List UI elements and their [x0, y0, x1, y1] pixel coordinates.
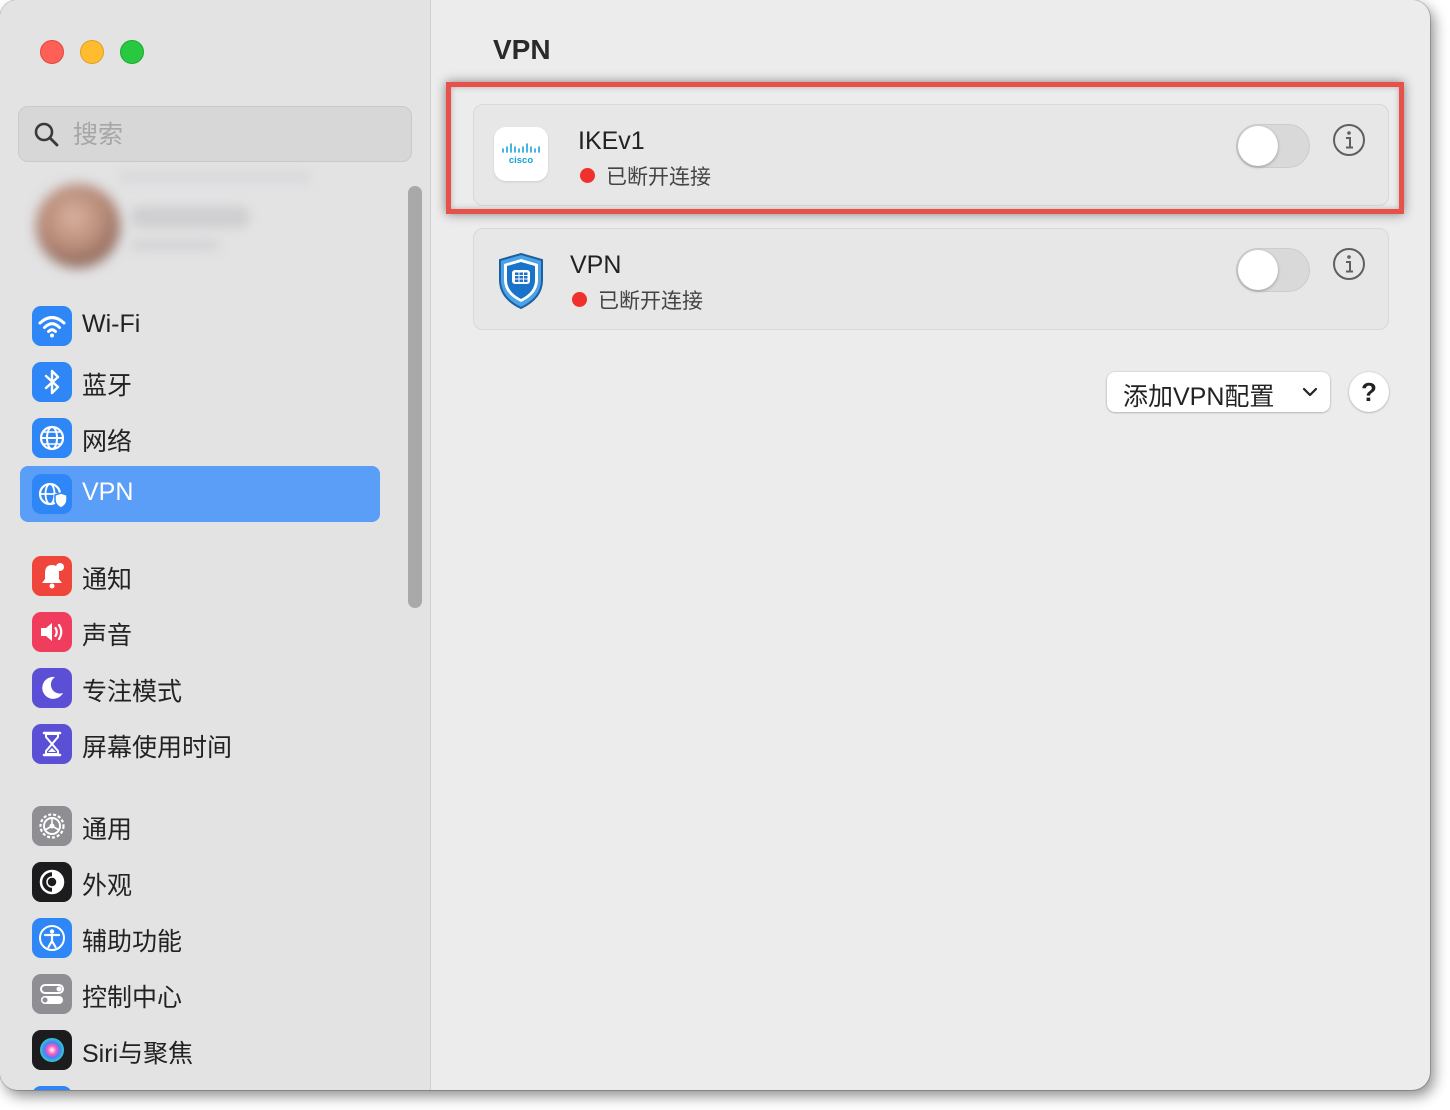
sidebar-item-label: 屏幕使用时间 — [82, 734, 233, 762]
sidebar-item-label: 网络 — [82, 428, 133, 456]
wifi-icon — [32, 306, 72, 346]
sidebar-item-general[interactable]: 通用 — [20, 798, 380, 854]
bluetooth-icon — [32, 362, 72, 402]
siri-icon — [32, 1030, 72, 1070]
sidebar-item-label: Wi-Fi — [82, 310, 141, 338]
gear-icon — [32, 806, 72, 846]
status-dot-icon — [572, 292, 587, 307]
sidebar-item-network[interactable]: 网络 — [20, 410, 380, 466]
maximize-button[interactable] — [120, 40, 144, 64]
sidebar-scrollbar[interactable] — [408, 186, 422, 608]
vpn-toggle-vpn[interactable] — [1236, 248, 1310, 292]
sidebar-item-label: VPN — [82, 478, 134, 506]
bell-icon — [32, 556, 72, 596]
sidebar-item-control-center[interactable]: 控制中心 — [20, 966, 380, 1022]
moon-icon — [32, 668, 72, 708]
vpn-globe-icon — [32, 474, 72, 514]
toggle-knob — [1238, 250, 1278, 290]
avatar — [36, 184, 120, 268]
apple-id-profile[interactable] — [20, 166, 320, 282]
search-icon — [34, 122, 59, 147]
sidebar-item-label: 辅助功能 — [82, 928, 183, 956]
add-vpn-label: 添加VPN配置 — [1123, 383, 1275, 411]
sidebar-item-bluetooth[interactable]: 蓝牙 — [20, 354, 380, 410]
profile-subtitle-blurred — [130, 238, 220, 252]
profile-blur — [120, 170, 310, 184]
speaker-icon — [32, 612, 72, 652]
fortinet-shield-logo — [494, 251, 548, 310]
sidebar-item-label: 控制中心 — [82, 984, 183, 1012]
partial-icon — [32, 1086, 72, 1090]
sidebar-item-focus[interactable]: 专注模式 — [20, 660, 380, 716]
vpn-status: 已断开连接 — [598, 290, 703, 313]
help-button[interactable]: ? — [1349, 372, 1389, 412]
sidebar-item-label: 通知 — [82, 566, 133, 594]
sidebar-item-label: Siri与聚焦 — [82, 1040, 194, 1068]
globe-icon — [32, 418, 72, 458]
sidebar-item-label: 通用 — [82, 816, 133, 844]
chevron-down-icon — [1302, 387, 1318, 397]
sidebar-item-label: 蓝牙 — [82, 372, 133, 400]
hourglass-icon — [32, 724, 72, 764]
accessibility-icon — [32, 918, 72, 958]
profile-name-blurred — [130, 206, 250, 228]
sidebar-item-screen-time[interactable]: 屏幕使用时间 — [20, 716, 380, 772]
sidebar-item-appearance[interactable]: 外观 — [20, 854, 380, 910]
search-field[interactable] — [18, 106, 412, 162]
add-vpn-configuration-button[interactable]: 添加VPN配置 — [1107, 372, 1330, 412]
search-input[interactable] — [71, 115, 395, 155]
sidebar-item-vpn[interactable]: VPN — [20, 466, 380, 522]
annotation-highlight-box — [446, 82, 1404, 214]
sidebar-item-accessibility[interactable]: 辅助功能 — [20, 910, 380, 966]
sidebar-item-label: 外观 — [82, 872, 133, 900]
sidebar-item-next[interactable] — [20, 1078, 380, 1090]
close-button[interactable] — [40, 40, 64, 64]
page-title: VPN — [493, 34, 551, 65]
appearance-icon — [32, 862, 72, 902]
sidebar-item-label: 声音 — [82, 622, 133, 650]
sidebar: Wi-Fi 蓝牙 网络 VPN 通知 — [0, 0, 431, 1090]
vpn-row-vpn[interactable]: VPN 已断开连接 — [473, 228, 1389, 330]
minimize-button[interactable] — [80, 40, 104, 64]
sidebar-item-wifi[interactable]: Wi-Fi — [20, 298, 380, 354]
info-icon[interactable] — [1332, 247, 1366, 281]
sidebar-item-siri-spotlight[interactable]: Siri与聚焦 — [20, 1022, 380, 1078]
sidebar-item-notifications[interactable]: 通知 — [20, 548, 380, 604]
sidebar-item-label: 专注模式 — [82, 678, 183, 706]
vpn-name: VPN — [570, 251, 622, 279]
sidebar-item-sound[interactable]: 声音 — [20, 604, 380, 660]
control-center-icon — [32, 974, 72, 1014]
